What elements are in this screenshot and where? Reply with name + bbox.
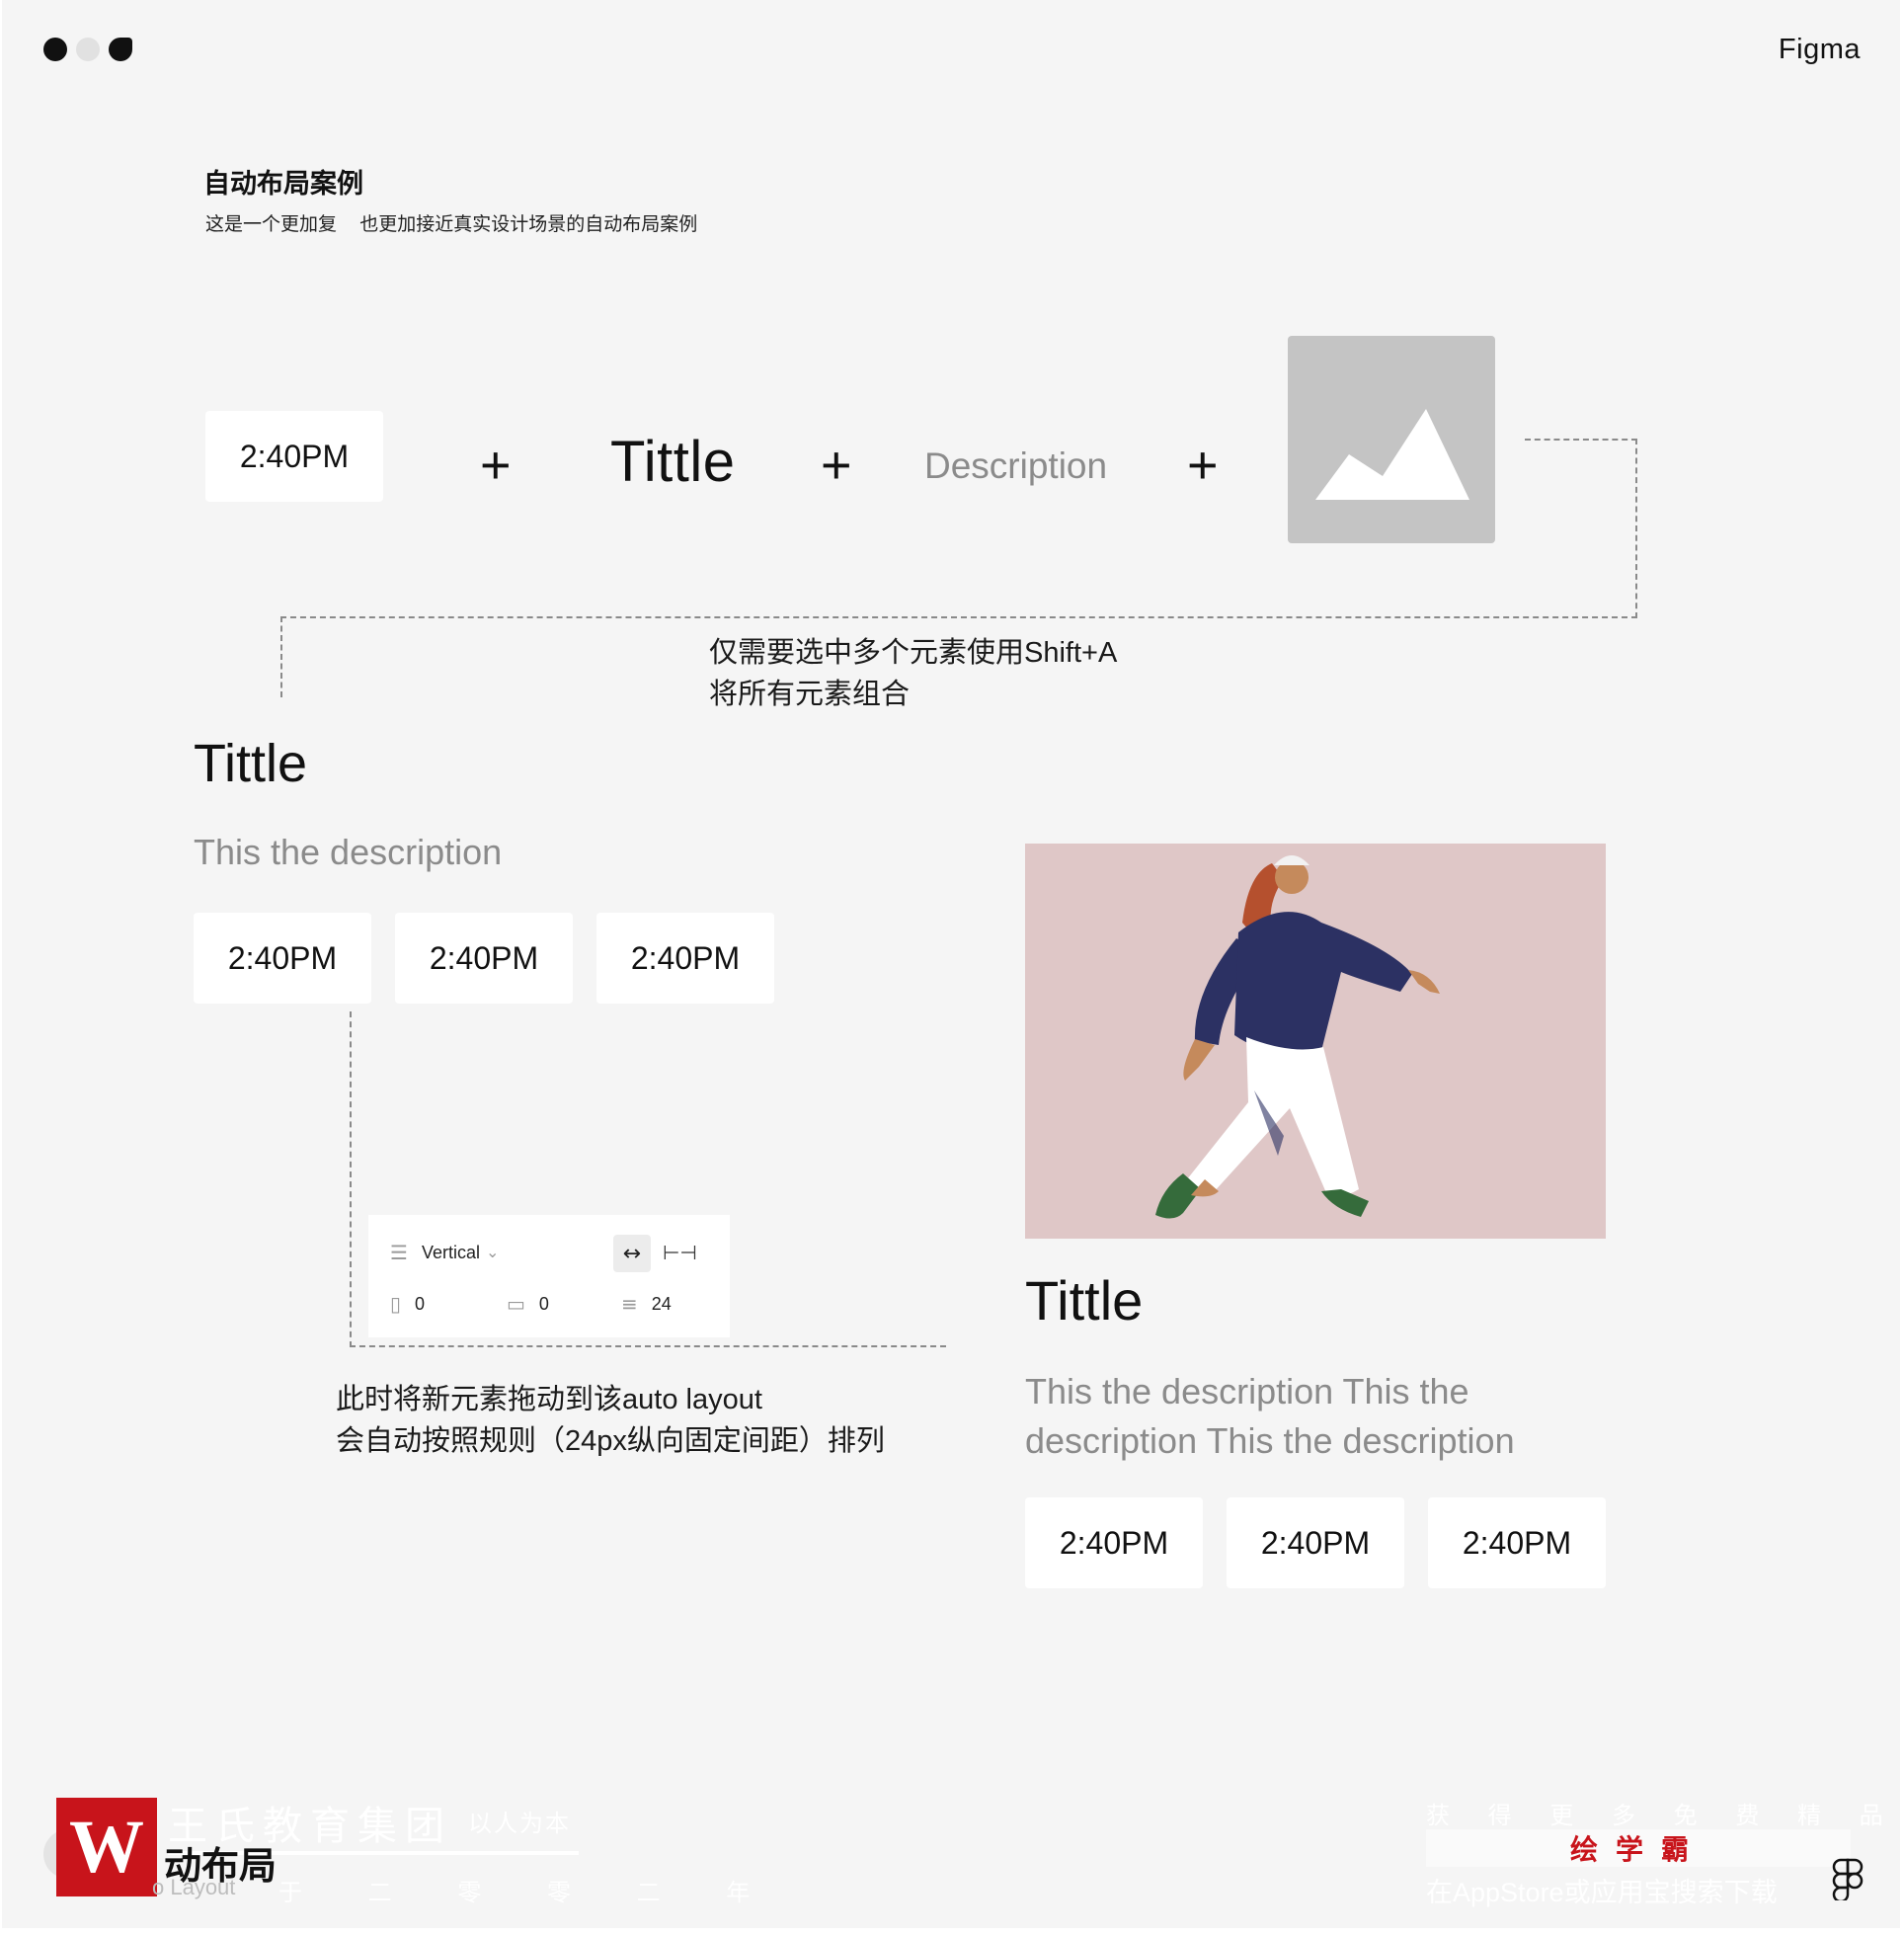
- walking-woman-illustration: [1025, 844, 1606, 1239]
- window-controls: [43, 38, 132, 61]
- image-placeholder-icon: [1315, 409, 1469, 500]
- plus-icon: +: [821, 436, 852, 495]
- card-description: This the description This the descriptio…: [1025, 1371, 1515, 1461]
- time-chip[interactable]: 2:40PM: [1025, 1497, 1203, 1588]
- figma-logo-icon: [1832, 1858, 1864, 1900]
- plus-icon: +: [480, 436, 512, 495]
- item-spacing-value: 24: [651, 1293, 672, 1314]
- instruction-note: 此时将新元素拖动到该auto layout 会自动按照规则（24px纵向固定间距…: [336, 1379, 885, 1462]
- auto-layout-panel: ☰ Vertical ⌄ ↔ ⊢⊣ ▯ 0 ▭ 0 ≡ 24: [368, 1215, 730, 1337]
- figma-brand-label: Figma: [1778, 34, 1861, 65]
- time-chip[interactable]: 2:40PM: [205, 411, 383, 502]
- watermark-download: 在AppStore或应用宝搜索下载: [1426, 1878, 1778, 1907]
- direction-vertical-icon: ☰: [390, 1241, 408, 1264]
- note-line: 此时将新元素拖动到该auto layout: [336, 1384, 762, 1415]
- note-line: 将所有元素组合: [709, 679, 911, 710]
- wangshi-logo: W: [56, 1798, 157, 1896]
- title-element[interactable]: Tittle: [610, 429, 736, 495]
- direction-value: Vertical: [421, 1242, 480, 1262]
- plus-icon: +: [1187, 436, 1219, 495]
- page-subtitle: 这是一个更加复 也更加接近真实设计场景的自动布局案例: [205, 214, 698, 235]
- time-chip[interactable]: 2:40PM: [1227, 1497, 1404, 1588]
- time-chip[interactable]: 2:40PM: [596, 913, 774, 1004]
- close-dot-icon[interactable]: [43, 38, 67, 61]
- design-canvas: Figma 自动布局案例 这是一个更加复 也更加接近真实设计场景的自动布局案例 …: [2, 0, 1900, 1928]
- horizontal-padding-field[interactable]: ▯ 0: [390, 1292, 425, 1316]
- minimize-dot-icon[interactable]: [76, 38, 100, 61]
- connector-line: [350, 1011, 352, 1347]
- fixed-width-icon[interactable]: ⊢⊣: [663, 1241, 697, 1264]
- time-chip[interactable]: 2:40PM: [1428, 1497, 1606, 1588]
- note-line: 仅需要选中多个元素使用Shift+A: [709, 637, 1118, 669]
- padding-horizontal-value: 0: [415, 1293, 426, 1314]
- watermark-year: 于 二 零 零 二 年: [278, 1880, 780, 1906]
- card-title: Tittle: [194, 734, 308, 793]
- connector-line: [280, 616, 282, 697]
- watermark-layout-en: o Layout: [152, 1875, 236, 1899]
- connector-line: [280, 616, 1637, 618]
- card-description: This the description: [194, 832, 503, 872]
- time-chip[interactable]: 2:40PM: [194, 913, 371, 1004]
- connector-line: [1525, 439, 1637, 441]
- card-title: Tittle: [1025, 1269, 1144, 1331]
- instruction-note: 仅需要选中多个元素使用Shift+A 将所有元素组合: [709, 632, 1117, 715]
- leaf-dot-icon[interactable]: [109, 38, 132, 61]
- page-title: 自动布局案例: [203, 169, 363, 199]
- connector-line: [350, 1345, 946, 1347]
- watermark-motto: 以人为本: [468, 1811, 571, 1837]
- horizontal-padding-icon: ▯: [390, 1292, 402, 1316]
- image-placeholder[interactable]: [1288, 336, 1495, 543]
- vertical-padding-icon: ▭: [507, 1292, 525, 1316]
- item-spacing-field[interactable]: ≡ 24: [621, 1292, 672, 1316]
- watermark-app-name: 绘学霸: [1426, 1829, 1851, 1867]
- item-spacing-icon: ≡: [621, 1292, 638, 1316]
- padding-vertical-value: 0: [538, 1293, 549, 1314]
- description-element[interactable]: Description: [924, 445, 1107, 487]
- time-chip[interactable]: 2:40PM: [395, 913, 573, 1004]
- illustration-image: [1025, 844, 1606, 1239]
- direction-select[interactable]: ☰ Vertical ⌄: [390, 1241, 499, 1264]
- chevron-down-icon: ⌄: [485, 1245, 500, 1261]
- connector-line: [1635, 439, 1637, 618]
- vertical-padding-field[interactable]: ▭ 0: [507, 1292, 549, 1316]
- note-line: 会自动按照规则（24px纵向固定间距）排列: [336, 1425, 885, 1457]
- hug-width-icon[interactable]: ↔: [613, 1235, 651, 1272]
